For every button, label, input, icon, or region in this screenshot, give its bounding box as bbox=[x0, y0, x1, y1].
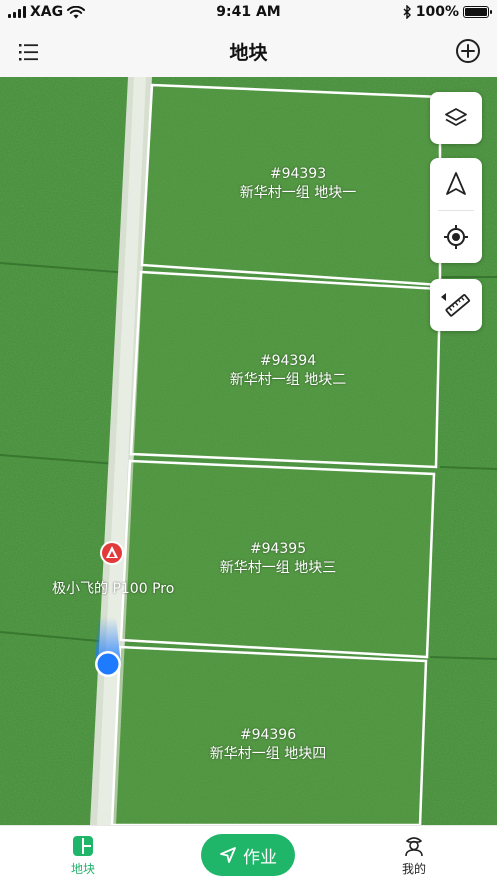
plot-label-2[interactable]: #94394 新华村一组 地块二 bbox=[218, 352, 358, 390]
user-location-dot bbox=[95, 651, 121, 677]
location-controls bbox=[430, 158, 482, 263]
plots-tab-icon bbox=[53, 834, 113, 858]
layers-icon bbox=[445, 108, 467, 126]
plus-circle-icon bbox=[456, 39, 480, 63]
drone-name-label: 极小飞的 P100 Pro bbox=[52, 581, 175, 597]
add-plot-button[interactable] bbox=[455, 38, 481, 64]
battery-percent: 100% bbox=[415, 4, 459, 20]
drone-marker[interactable] bbox=[100, 541, 124, 565]
nav-bar: 地块 bbox=[0, 26, 497, 77]
ruler-button[interactable] bbox=[430, 279, 482, 331]
plot-name: 新华村一组 地块三 bbox=[219, 560, 337, 576]
plot-label-3[interactable]: #94395 新华村一组 地块三 bbox=[208, 540, 348, 578]
plot-id: #94393 bbox=[269, 166, 327, 182]
work-button[interactable]: 作业 bbox=[201, 834, 295, 876]
mine-tab-icon bbox=[384, 834, 444, 858]
locate-target-icon bbox=[444, 225, 468, 249]
tab-mine[interactable]: 我的 bbox=[384, 834, 444, 877]
ruler-icon bbox=[441, 293, 471, 317]
tab-plots-label: 地块 bbox=[70, 862, 95, 876]
plot-label-4[interactable]: #94396 新华村一组 地块四 bbox=[198, 726, 338, 764]
plot-id: #94394 bbox=[259, 353, 317, 369]
locate-button[interactable] bbox=[430, 211, 482, 263]
bluetooth-icon bbox=[403, 5, 411, 19]
plot-name: 新华村一组 地块一 bbox=[239, 185, 357, 201]
tab-bar: 地块 作业 我的 bbox=[0, 825, 497, 883]
plot-id: #94396 bbox=[239, 727, 297, 743]
page-title: 地块 bbox=[229, 42, 268, 64]
plot-name: 新华村一组 地块四 bbox=[209, 746, 327, 762]
battery-icon bbox=[463, 6, 492, 18]
status-right: 100% bbox=[403, 4, 492, 20]
plot-name: 新华村一组 地块二 bbox=[229, 372, 347, 388]
battery-fill bbox=[465, 8, 487, 16]
tab-plots[interactable]: 地块 bbox=[53, 834, 113, 877]
navigation-arrow-icon bbox=[446, 172, 466, 195]
status-bar: XAG 9:41 AM 100% bbox=[0, 0, 497, 26]
work-button-label: 作业 bbox=[243, 847, 277, 868]
plot-id: #94395 bbox=[249, 541, 307, 557]
layers-control bbox=[430, 92, 482, 144]
ruler-control bbox=[430, 279, 482, 331]
map-view[interactable]: #94393 新华村一组 地块一 #94394 新华村一组 地块二 #94395… bbox=[0, 77, 497, 825]
layers-button[interactable] bbox=[430, 92, 482, 144]
plot-label-1[interactable]: #94393 新华村一组 地块一 bbox=[228, 165, 368, 203]
send-icon bbox=[220, 847, 236, 863]
navigation-button[interactable] bbox=[430, 158, 482, 210]
tab-mine-label: 我的 bbox=[401, 862, 426, 876]
